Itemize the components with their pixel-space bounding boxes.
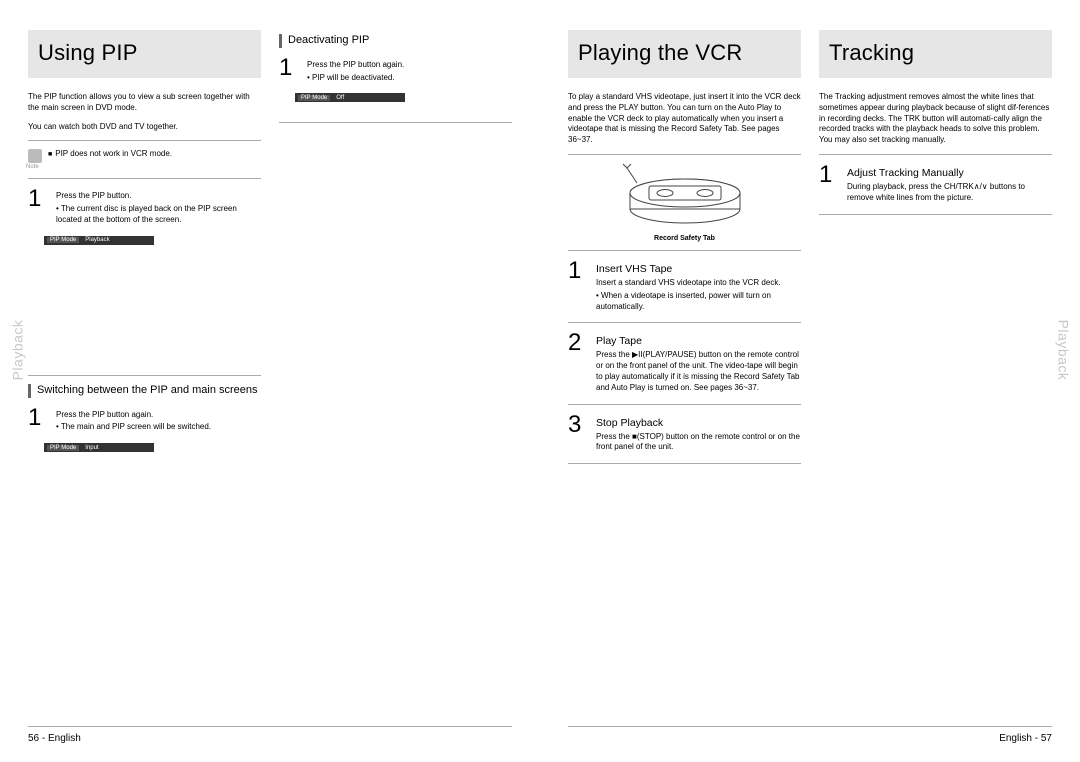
step-number: 1 [819,163,837,187]
pip-mode-label: PIP Mode [47,237,79,243]
step-text: During playback, press the CH/TRK∧/∨ but… [847,182,1052,204]
step-title: Insert VHS Tape [596,263,801,275]
vcr-step-3: 3 Stop Playback Press the ■(STOP) button… [568,413,801,454]
tracking-step-1: 1 Adjust Tracking Manually During playba… [819,163,1052,204]
side-tab-label: Playback [1055,320,1071,381]
divider [28,375,261,376]
step-number: 2 [568,331,586,355]
divider [279,122,512,123]
step-title: Stop Playback [596,417,801,429]
pip-mode-value: Off [336,95,344,101]
pip-mode-bar: PIP Mode Off [295,93,405,102]
divider [568,404,801,405]
section-title-vcr: Playing the VCR [568,30,801,78]
step-text: Press the PIP button again. [307,60,512,71]
note-text: ■PIP does not work in VCR mode. [48,149,261,158]
footer-left: 56 - English [28,726,512,744]
step-text: Press the ■(STOP) button on the remote c… [596,432,801,454]
page-spread: Playback Using PIP The PIP function allo… [0,0,1080,762]
pip-mode-label: PIP Mode [47,445,79,451]
footer-right: English - 57 [568,726,1052,744]
sub-heading-deactivate: Deactivating PIP [279,34,512,48]
left-col2: Deactivating PIP 1 Press the PIP button … [279,30,512,726]
pip-mode-bar: PIP Mode Input [44,443,154,452]
step-number: 1 [568,259,586,283]
note-row: Note ■PIP does not work in VCR mode. [28,149,261,170]
step-bullet: • When a videotape is inserted, power wi… [596,291,801,313]
step-number: 1 [279,56,297,80]
divider [28,140,261,141]
left-col1: Using PIP The PIP function allows you to… [28,30,261,726]
section-title-pip: Using PIP [28,30,261,78]
side-tab-left: Playback [6,290,28,410]
switch-step-1: 1 Press the PIP button again. • The main… [28,406,261,434]
step-text: Press the ▶II(PLAY/PAUSE) button on the … [596,350,801,393]
step-text: Insert a standard VHS videotape into the… [596,278,801,289]
right-col2: Tracking The Tracking adjustment removes… [819,30,1052,726]
step-text: Press the PIP button again. [56,410,261,421]
side-tab-label: Playback [9,320,25,381]
tracking-intro: The Tracking adjustment removes almost t… [819,92,1052,146]
divider [568,250,801,251]
step-title: Adjust Tracking Manually [847,167,1052,179]
step-number: 3 [568,413,586,437]
divider [819,214,1052,215]
vcr-step-1: 1 Insert VHS Tape Insert a standard VHS … [568,259,801,312]
page-right: Playback Playing the VCR To play a stand… [540,0,1080,762]
tape-caption: Record Safety Tab [568,235,801,242]
right-col1: Playing the VCR To play a standard VHS v… [568,30,801,726]
step-bullet: • The current disc is played back on the… [56,204,261,226]
section-title-tracking: Tracking [819,30,1052,78]
step-title: Play Tape [596,335,801,347]
square-bullet-icon: ■ [48,151,52,158]
left-columns: Using PIP The PIP function allows you to… [28,30,512,726]
divider [28,178,261,179]
page-left: Playback Using PIP The PIP function allo… [0,0,540,762]
step-text: Press the PIP button. [56,191,261,202]
pip-mode-value: Input [85,445,98,451]
vcr-intro: To play a standard VHS videotape, just i… [568,92,801,146]
pip-mode-label: PIP Mode [298,95,330,101]
step-bullet: • The main and PIP screen will be switch… [56,422,261,433]
side-tab-right: Playback [1052,290,1074,410]
vcr-step-2: 2 Play Tape Press the ▶II(PLAY/PAUSE) bu… [568,331,801,393]
note-icon [28,149,42,163]
step-number: 1 [28,187,46,211]
right-columns: Playing the VCR To play a standard VHS v… [568,30,1052,726]
sub-heading-switch: Switching between the PIP and main scree… [28,384,261,398]
step-bullet: • PIP will be deactivated. [307,73,512,84]
deactivate-step-1: 1 Press the PIP button again. • PIP will… [279,56,512,84]
divider [568,154,801,155]
pip-intro-2: You can watch both DVD and TV together. [28,122,261,133]
pip-mode-bar: PIP Mode Playback [44,236,154,245]
step-number: 1 [28,406,46,430]
pip-intro-1: The PIP function allows you to view a su… [28,92,261,114]
divider [568,322,801,323]
vhs-tape-illustration [615,163,755,231]
divider [819,154,1052,155]
note-label: Note [26,164,42,170]
divider [568,463,801,464]
pip-step-1: 1 Press the PIP button. • The current di… [28,187,261,225]
pip-mode-value: Playback [85,237,109,243]
